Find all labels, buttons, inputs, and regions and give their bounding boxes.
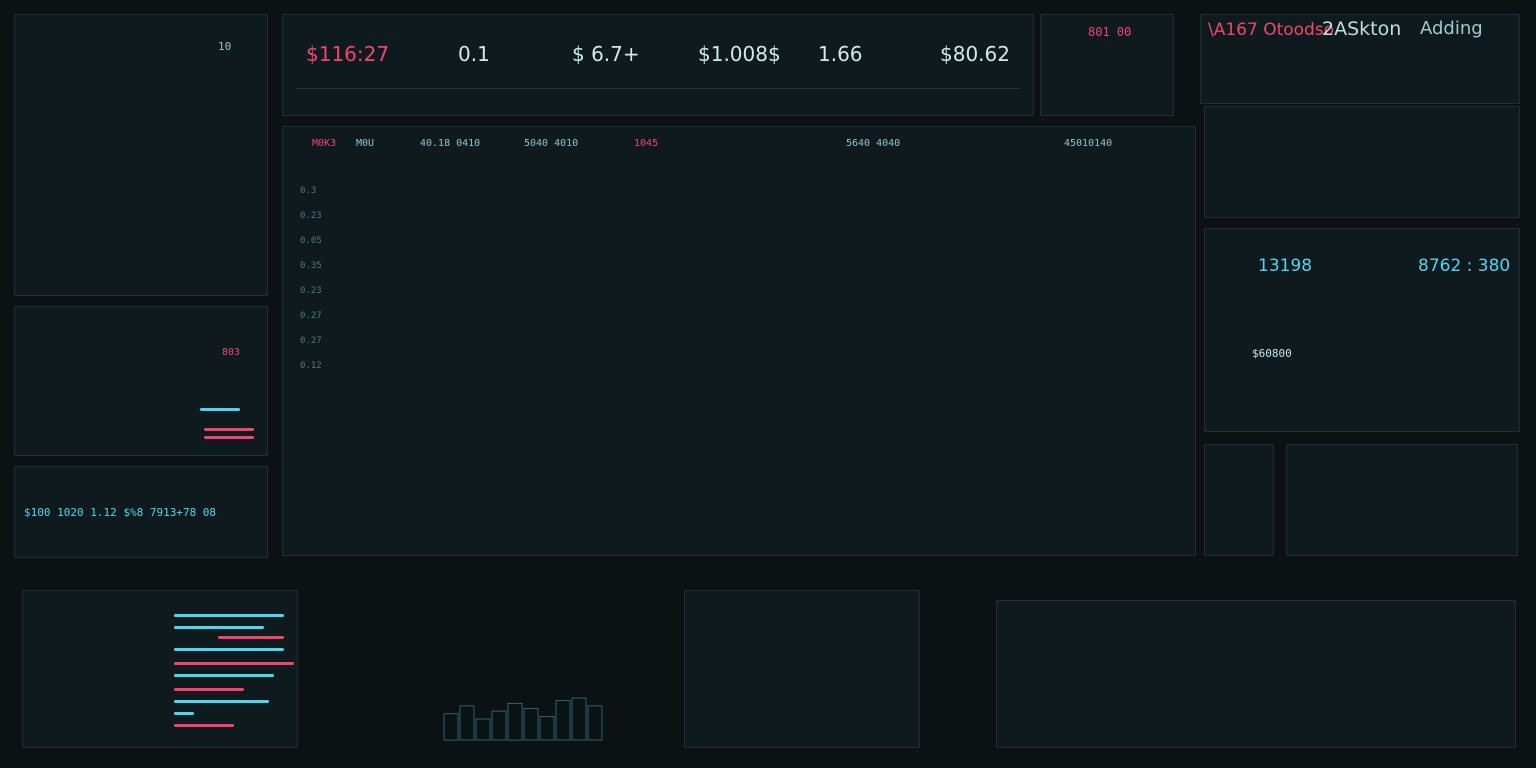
metric-a: 13198	[1258, 256, 1313, 276]
ytick-label: 0.05	[300, 236, 322, 246]
hbar-9	[174, 712, 194, 715]
kpi-value-5[interactable]: 1.66	[818, 42, 863, 66]
ytick-label: 0.27	[300, 336, 322, 346]
hbar-2	[174, 626, 264, 629]
tab-7[interactable]: 5640 4040	[846, 138, 900, 149]
tab-8[interactable]: 45010140	[1064, 138, 1112, 149]
kpi-value-3[interactable]: $ 6.7+	[572, 42, 640, 66]
ytick-label: 0.12	[300, 361, 322, 371]
tab-3[interactable]: 40.18 0410	[420, 138, 480, 149]
tab-1[interactable]: M0K3	[312, 138, 336, 149]
left-ticker-value: $100 1020 1.12 $%8 7913+78 08	[24, 506, 217, 519]
mini-bar	[587, 705, 603, 741]
left-progress-b	[204, 428, 254, 431]
kpi-strip-panel	[282, 14, 1034, 116]
mini-bar	[507, 702, 523, 741]
hbar-10	[174, 724, 234, 727]
left-progress-c	[204, 436, 254, 439]
header-title-c[interactable]: Adding	[1420, 18, 1483, 39]
kpi-divider	[296, 88, 1020, 89]
pink-line-panel	[1204, 106, 1520, 218]
tab-4[interactable]: 5040 4010	[524, 138, 578, 149]
left-progress-a	[200, 408, 240, 411]
map-panel	[684, 590, 920, 748]
ytick-label: 0.3	[300, 186, 317, 196]
kpi-value-2[interactable]: 0.1	[458, 42, 490, 66]
hbar-7	[174, 688, 244, 691]
header-title-b: 2ASkton	[1322, 18, 1402, 40]
mini-bar	[475, 718, 491, 741]
metric-b: 8762 : 380	[1418, 256, 1511, 276]
left-gauge-value: 803	[222, 347, 241, 358]
header-title-a: \A167 Otoodso	[1208, 20, 1335, 40]
hbar-1	[174, 614, 284, 617]
mini-bar	[443, 713, 459, 741]
main-chart-panel	[282, 126, 1196, 556]
mini-bar	[539, 716, 555, 741]
left-gauge-panel	[14, 306, 268, 456]
mini-bar	[523, 708, 539, 741]
hbar-3	[218, 636, 284, 639]
small-line-panel	[1286, 444, 1518, 556]
gauge-label: $60800	[1252, 347, 1292, 360]
mini-bar	[571, 697, 587, 741]
tab-2[interactable]: M0U	[356, 138, 374, 149]
kpi-value-4[interactable]: $1.008$	[698, 42, 781, 66]
ytick-label: 0.23	[300, 211, 322, 221]
ytick-label: 0.35	[300, 261, 322, 271]
kpi-value-1[interactable]: $116:27	[306, 42, 389, 66]
hbar-5	[174, 662, 294, 665]
hbar-8	[174, 700, 269, 703]
mini-bar	[491, 710, 507, 741]
hbar-4	[174, 648, 284, 651]
mini-bar	[459, 705, 475, 741]
tab-5[interactable]: 1045	[634, 138, 658, 149]
ytick-label: 0.27	[300, 311, 322, 321]
kpi-value-6[interactable]: $80.62	[940, 42, 1010, 66]
badge-value: 801 00	[1088, 25, 1132, 39]
blue-bars-panel	[996, 600, 1516, 748]
mini-bar	[555, 700, 571, 741]
mini-bars-panel	[1204, 444, 1274, 556]
left-small-value: 10	[218, 40, 232, 53]
globe-panel	[14, 14, 268, 296]
ytick-label: 0.23	[300, 286, 322, 296]
hbar-6	[174, 674, 274, 677]
